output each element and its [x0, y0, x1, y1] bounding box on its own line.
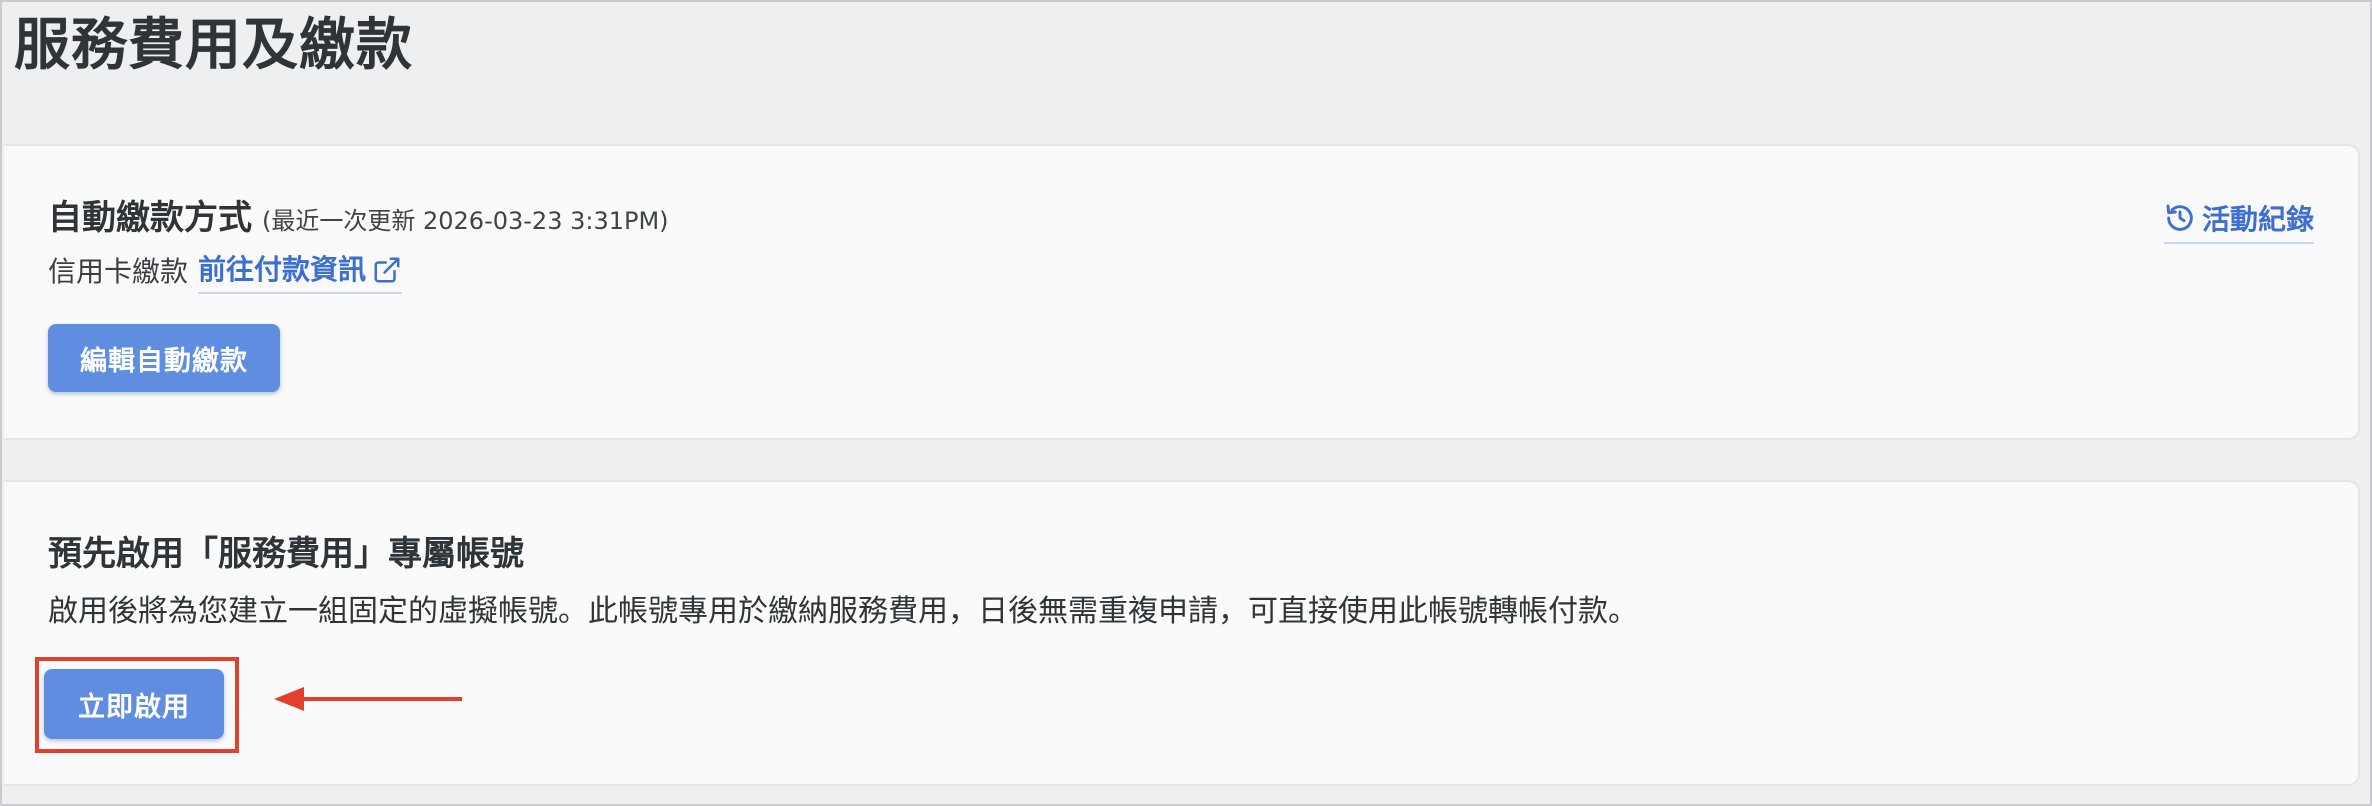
edit-auto-payment-button[interactable]: 編輯自動繳款 — [48, 324, 280, 392]
external-link-icon — [374, 257, 400, 283]
page-title: 服務費用及繳款 — [14, 13, 413, 78]
payment-info-link[interactable]: 前往付款資訊 — [198, 250, 403, 294]
activity-log-label: 活動紀錄 — [2201, 203, 2314, 236]
auto-payment-title: 自動繳款方式 — [48, 198, 252, 238]
auto-payment-card: 自動繳款方式 (最近一次更新 2026-03-23 3:31PM) 活動紀錄 信用… — [4, 144, 2360, 440]
dedicated-account-title: 預先啟用「服務費用」專屬帳號 — [48, 534, 524, 574]
enable-now-button[interactable]: 立即啟用 — [44, 669, 224, 739]
last-updated-note: (最近一次更新 2026-03-23 3:31PM) — [262, 207, 669, 235]
auto-payment-heading: 自動繳款方式 (最近一次更新 2026-03-23 3:31PM) — [48, 196, 669, 243]
annotation-arrow-icon — [274, 687, 462, 711]
dedicated-account-card: 預先啟用「服務費用」專屬帳號 啟用後將為您建立一組固定的虛擬帳號。此帳號專用於繳… — [4, 480, 2360, 786]
payment-info-link-label: 前往付款資訊 — [198, 253, 367, 286]
activity-log-link[interactable]: 活動紀錄 — [2163, 198, 2314, 244]
window-frame: 服務費用及繳款 自動繳款方式 (最近一次更新 2026-03-23 3:31PM)… — [0, 0, 2372, 806]
payment-method-label: 信用卡繳款 — [48, 255, 189, 288]
dedicated-account-description: 啟用後將為您建立一組固定的虛擬帳號。此帳號專用於繳納服務費用，日後無需重複申請，… — [48, 594, 1638, 629]
history-icon — [2166, 204, 2193, 231]
payment-method-row: 信用卡繳款 前往付款資訊 — [48, 250, 403, 294]
